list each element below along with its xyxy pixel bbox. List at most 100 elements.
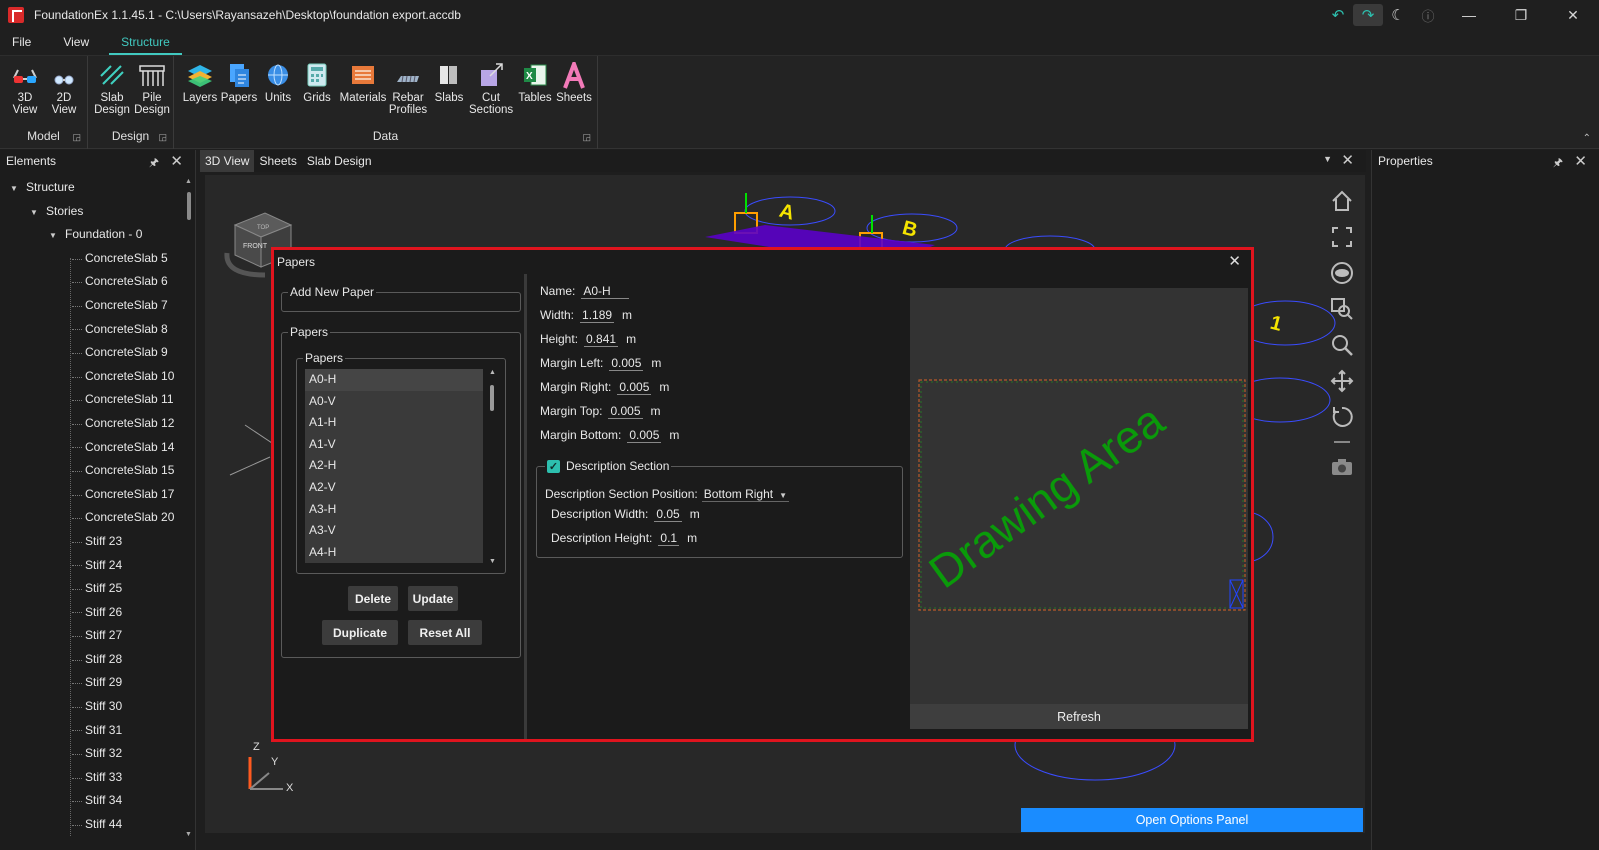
pin-icon[interactable]: 🖈︎ [149,154,159,173]
tree-item[interactable]: ConcreteSlab 17 [0,483,186,507]
elements-scrollbar[interactable]: ▲ ▼ [185,178,193,838]
tree-item[interactable]: Stiff 32 [0,742,186,766]
redo-icon[interactable]: ↷ [1353,4,1383,26]
tree-item[interactable]: Stiff 24 [0,554,186,578]
scroll-up-icon[interactable]: ▲ [185,178,192,185]
tree-item[interactable]: Stiff 28 [0,648,186,672]
slabs-button[interactable]: Slabs [427,62,471,104]
undo-icon[interactable]: ↶ [1323,4,1353,26]
tree-item[interactable]: ConcreteSlab 9 [0,341,186,365]
close-icon[interactable]: ✕ [170,152,183,170]
tree-item[interactable]: Stiff 30 [0,695,186,719]
tree-item[interactable]: Stiff 25 [0,577,186,601]
screenshot-camera-icon[interactable] [1327,449,1357,485]
list-item[interactable]: A4-H [305,541,483,564]
margin-top-input[interactable]: 0.005 [608,404,643,419]
papers-list-scrollbar[interactable]: ▲ ▼ [487,369,497,565]
margin-right-input[interactable]: 0.005 [617,380,652,395]
tree-item[interactable]: ConcreteSlab 5 [0,247,186,271]
3d-view-button[interactable]: 3D View [3,62,47,116]
dark-mode-moon-icon[interactable]: ☾ [1383,4,1413,26]
list-item[interactable]: A1-H [305,412,483,434]
scroll-thumb[interactable] [490,385,494,411]
tree-item[interactable]: ConcreteSlab 10 [0,365,186,389]
list-item[interactable]: A3-V [305,520,483,542]
menu-structure[interactable]: Structure [109,30,182,55]
pin-icon[interactable]: 🖈︎ [1553,154,1563,173]
pile-design-button[interactable]: Pile Design [130,62,174,116]
tab-slab-design[interactable]: Slab Design [302,150,377,172]
orbit-icon[interactable] [1327,399,1357,435]
sheets-button[interactable]: Sheets [552,58,596,104]
tree-item[interactable]: ConcreteSlab 6 [0,270,186,294]
tree-node-stories[interactable]: ▼ Stories [0,200,186,224]
tree-item[interactable]: ConcreteSlab 14 [0,436,186,460]
tree-item[interactable]: ConcreteSlab 20 [0,506,186,530]
close-window-button[interactable]: ✕ [1547,0,1599,30]
tree-item[interactable]: ConcreteSlab 7 [0,294,186,318]
menu-view[interactable]: View [51,30,101,55]
tab-sheets[interactable]: Sheets [254,150,301,172]
description-position-select[interactable]: Bottom Right ▼ [701,487,790,502]
list-item[interactable]: A1-V [305,433,483,456]
group-launcher-icon[interactable]: ◲ [158,132,167,143]
tree-item[interactable]: Stiff 34 [0,789,186,813]
dialog-close-icon[interactable]: ✕ [1228,252,1241,270]
update-button[interactable]: Update [408,586,458,611]
grids-button[interactable]: Grids [295,62,339,104]
tree-item[interactable]: Stiff 31 [0,719,186,743]
description-height-input[interactable]: 0.1 [658,531,680,546]
collapse-ribbon-icon[interactable]: ⌃ [1583,133,1591,144]
materials-button[interactable]: Materials [339,62,387,104]
list-item[interactable]: A0-V [305,390,483,413]
home-view-icon[interactable] [1327,183,1357,219]
description-width-input[interactable]: 0.05 [654,507,682,522]
restore-button[interactable]: ❐ [1495,0,1547,30]
expand-caret-icon[interactable]: ▼ [49,224,59,248]
scroll-down-icon[interactable]: ▼ [185,831,192,838]
help-icon[interactable]: ⓘ [1413,4,1443,26]
rebar-profiles-button[interactable]: Rebar Profiles [386,62,430,116]
margin-bottom-input[interactable]: 0.005 [627,428,662,443]
pan-icon[interactable] [1327,363,1357,399]
close-icon[interactable]: ✕ [1574,152,1587,170]
group-launcher-icon[interactable]: ◲ [72,132,81,143]
tab-3d-view[interactable]: 3D View [200,150,255,172]
expand-caret-icon[interactable]: ▼ [10,177,20,201]
height-input[interactable]: 0.841 [584,332,619,347]
zoom-icon[interactable] [1327,327,1357,363]
refresh-button[interactable]: Refresh [910,704,1248,729]
tree-item[interactable]: Stiff 26 [0,601,186,625]
open-options-panel-button[interactable]: Open Options Panel [1021,808,1363,832]
tree-item[interactable]: ConcreteSlab 8 [0,318,186,342]
group-launcher-icon[interactable]: ◲ [582,132,591,143]
minimize-button[interactable]: — [1443,0,1495,30]
slab-design-button[interactable]: Slab Design [90,62,134,116]
scroll-down-icon[interactable]: ▼ [489,558,496,565]
tree-node-structure[interactable]: ▼ Structure [0,176,186,200]
duplicate-button[interactable]: Duplicate [322,620,398,645]
papers-list[interactable]: A0-H A0-V A1-H A1-V A2-H A2-V A3-H A3-V A4-H [305,369,483,565]
description-section-checkbox[interactable]: ✓ [547,459,560,473]
width-input[interactable]: 1.189 [580,308,615,323]
tabs-dropdown-icon[interactable]: ▼ [1323,154,1332,164]
scroll-thumb[interactable] [187,192,191,220]
name-input[interactable]: A0-H [581,284,630,299]
add-new-paper-field[interactable]: Add New Paper [281,285,521,312]
tree-node-foundation[interactable]: ▼ Foundation - 0 [0,223,186,247]
tree-item[interactable]: Stiff 33 [0,766,186,790]
tables-button[interactable]: X Tables [513,62,557,104]
cut-sections-button[interactable]: Cut Sections [469,62,513,116]
look-around-icon[interactable] [1327,255,1357,291]
units-button[interactable]: Units [256,62,300,104]
zoom-window-icon[interactable] [1327,291,1357,327]
close-tab-icon[interactable]: ✕ [1341,151,1354,169]
expand-caret-icon[interactable]: ▼ [30,201,40,225]
tree-item[interactable]: Stiff 44 [0,813,186,836]
list-item[interactable]: A2-H [305,455,483,477]
tree-item[interactable]: ConcreteSlab 11 [0,388,186,412]
2d-view-button[interactable]: 2D View [42,62,86,116]
tree-item[interactable]: Stiff 27 [0,624,186,648]
tree-item[interactable]: ConcreteSlab 12 [0,412,186,436]
zoom-extents-icon[interactable] [1327,219,1357,255]
